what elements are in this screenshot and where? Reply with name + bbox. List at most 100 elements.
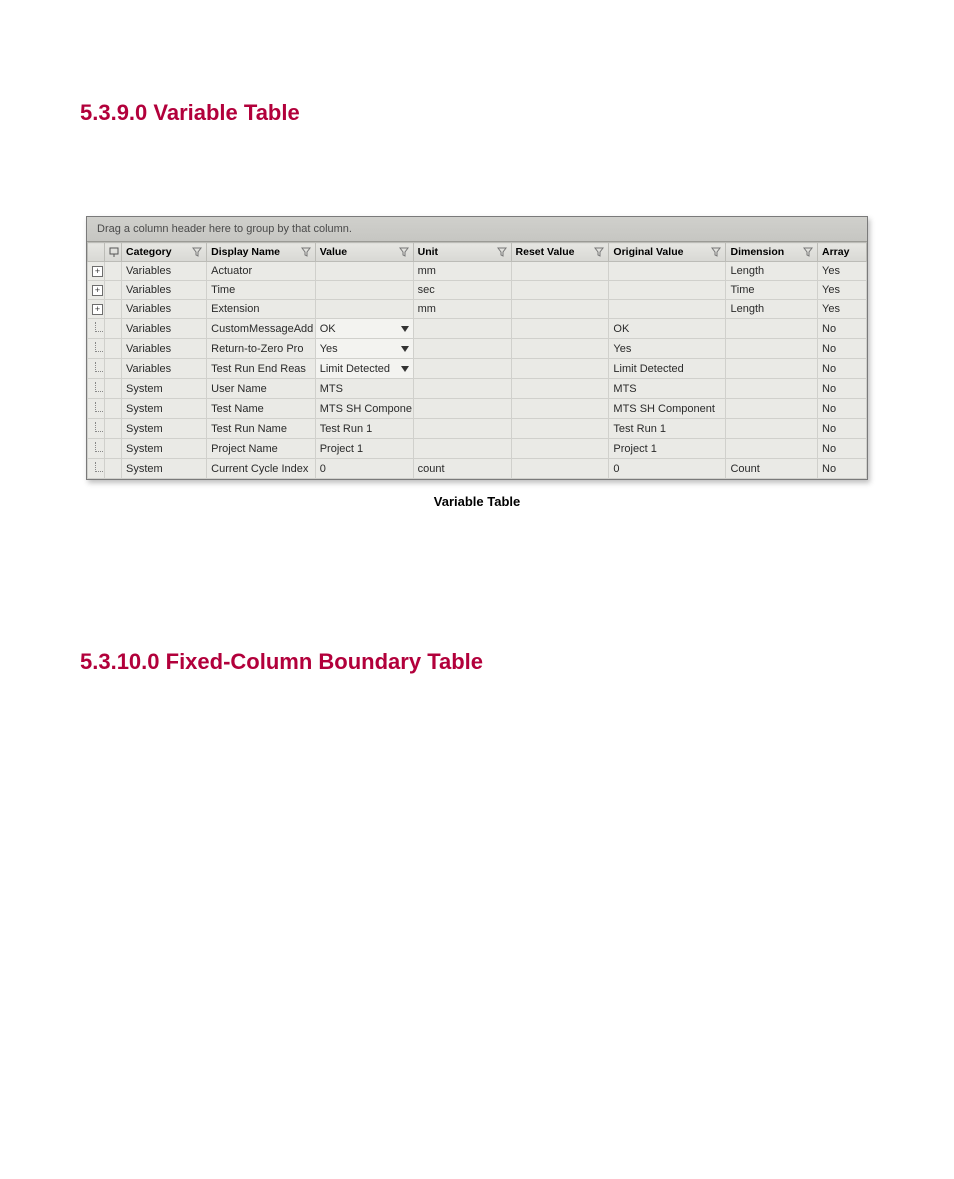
tree-leaf-icon (88, 419, 105, 439)
col-header-dimension[interactable]: Dimension (726, 243, 818, 262)
pin-header[interactable] (105, 243, 122, 262)
table-row[interactable]: +VariablesActuatormmLengthYes (88, 262, 867, 281)
col-header-label: Display Name (211, 246, 280, 258)
col-header-array[interactable]: Array (818, 243, 867, 262)
cell-original-value (609, 300, 726, 319)
row-pin-cell (105, 262, 122, 281)
col-header-category[interactable]: Category (122, 243, 207, 262)
table-row[interactable]: VariablesReturn-to-Zero ProYesYesNo (88, 339, 867, 359)
cell-original-value: Yes (609, 339, 726, 359)
section-heading-variable-table: 5.3.9.0 Variable Table (80, 100, 874, 126)
cell-dimension (726, 359, 818, 379)
filter-icon[interactable] (594, 247, 604, 257)
row-pin-cell (105, 319, 122, 339)
cell-reset-value (511, 399, 609, 419)
cell-original-value: MTS (609, 379, 726, 399)
col-header-original-value[interactable]: Original Value (609, 243, 726, 262)
cell-original-value (609, 281, 726, 300)
expand-icon[interactable]: + (88, 262, 105, 281)
row-pin-cell (105, 281, 122, 300)
cell-category: Variables (122, 319, 207, 339)
cell-unit (413, 379, 511, 399)
col-header-display-name[interactable]: Display Name (207, 243, 316, 262)
table-row[interactable]: SystemTest NameMTS SH ComponeMTS SH Comp… (88, 399, 867, 419)
col-header-label: Dimension (730, 246, 784, 258)
cell-value[interactable]: Yes (315, 339, 413, 359)
cell-unit (413, 399, 511, 419)
chevron-down-icon[interactable] (399, 343, 411, 355)
table-row[interactable]: SystemTest Run NameTest Run 1Test Run 1N… (88, 419, 867, 439)
cell-value (315, 262, 413, 281)
cell-original-value: Test Run 1 (609, 419, 726, 439)
cell-unit (413, 419, 511, 439)
cell-unit: count (413, 459, 511, 479)
group-by-bar[interactable]: Drag a column header here to group by th… (87, 217, 867, 242)
section-heading-fixed-column-boundary-table: 5.3.10.0 Fixed-Column Boundary Table (80, 649, 874, 675)
tree-leaf-icon (88, 459, 105, 479)
cell-display-name: User Name (207, 379, 316, 399)
cell-dimension: Length (726, 300, 818, 319)
dropdown-value: OK (320, 323, 336, 335)
cell-original-value: MTS SH Component (609, 399, 726, 419)
filter-icon[interactable] (711, 247, 721, 257)
cell-value (315, 300, 413, 319)
cell-value[interactable]: Limit Detected (315, 359, 413, 379)
cell-dimension: Count (726, 459, 818, 479)
dropdown-value: Limit Detected (320, 363, 390, 375)
cell-original-value: Limit Detected (609, 359, 726, 379)
cell-display-name: Current Cycle Index (207, 459, 316, 479)
cell-array: No (818, 419, 867, 439)
expand-icon[interactable]: + (88, 281, 105, 300)
filter-icon[interactable] (301, 247, 311, 257)
table-row[interactable]: +VariablesExtensionmmLengthYes (88, 300, 867, 319)
cell-array: No (818, 399, 867, 419)
cell-array: No (818, 319, 867, 339)
col-header-value[interactable]: Value (315, 243, 413, 262)
cell-array: No (818, 459, 867, 479)
cell-array: No (818, 339, 867, 359)
filter-icon[interactable] (192, 247, 202, 257)
cell-array: No (818, 359, 867, 379)
filter-icon[interactable] (497, 247, 507, 257)
col-header-reset-value[interactable]: Reset Value (511, 243, 609, 262)
cell-unit (413, 319, 511, 339)
cell-category: Variables (122, 262, 207, 281)
cell-dimension (726, 419, 818, 439)
cell-category: Variables (122, 339, 207, 359)
cell-unit (413, 339, 511, 359)
cell-category: Variables (122, 281, 207, 300)
col-header-unit[interactable]: Unit (413, 243, 511, 262)
chevron-down-icon[interactable] (399, 323, 411, 335)
tree-leaf-icon (88, 399, 105, 419)
cell-value[interactable]: OK (315, 319, 413, 339)
row-pin-cell (105, 379, 122, 399)
cell-unit (413, 359, 511, 379)
cell-reset-value (511, 319, 609, 339)
filter-icon[interactable] (803, 247, 813, 257)
cell-dimension (726, 319, 818, 339)
variable-table: Category Display Name Value Unit Reset V… (87, 242, 867, 479)
col-header-label: Unit (418, 246, 438, 258)
cell-reset-value (511, 262, 609, 281)
row-pin-cell (105, 339, 122, 359)
cell-reset-value (511, 359, 609, 379)
table-row[interactable]: VariablesCustomMessageAddOKOKNo (88, 319, 867, 339)
cell-dimension (726, 339, 818, 359)
cell-reset-value (511, 419, 609, 439)
filter-icon[interactable] (399, 247, 409, 257)
cell-display-name: Test Run End Reas (207, 359, 316, 379)
cell-display-name: Test Name (207, 399, 316, 419)
table-row[interactable]: +VariablesTimesecTimeYes (88, 281, 867, 300)
table-row[interactable]: SystemUser NameMTSMTSNo (88, 379, 867, 399)
cell-dimension (726, 379, 818, 399)
variable-table-container: Drag a column header here to group by th… (86, 216, 868, 480)
chevron-down-icon[interactable] (399, 363, 411, 375)
cell-display-name: Time (207, 281, 316, 300)
cell-unit: sec (413, 281, 511, 300)
table-row[interactable]: VariablesTest Run End ReasLimit Detected… (88, 359, 867, 379)
table-row[interactable]: SystemCurrent Cycle Index0count0CountNo (88, 459, 867, 479)
cell-reset-value (511, 439, 609, 459)
expand-icon[interactable]: + (88, 300, 105, 319)
table-row[interactable]: SystemProject NameProject 1Project 1No (88, 439, 867, 459)
col-header-label: Original Value (613, 246, 683, 258)
